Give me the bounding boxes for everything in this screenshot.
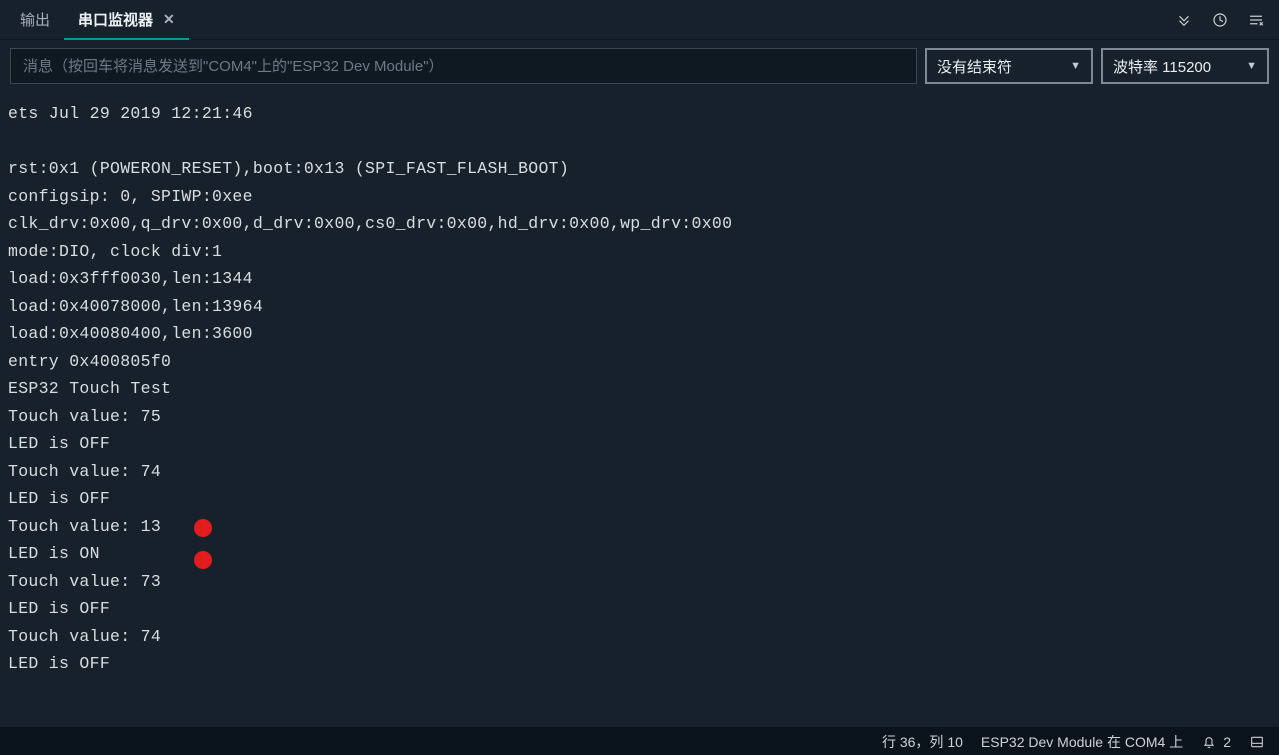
panel-toggle[interactable] [1249,734,1265,750]
chevron-down-icon: ▼ [1070,60,1081,72]
baud-rate-dropdown[interactable]: 波特率 115200 ▼ [1101,48,1269,84]
tab-strip: 输出 串口监视器 ✕ [0,0,1279,40]
notifications[interactable]: 2 [1201,734,1231,750]
clear-lines-icon[interactable] [1247,11,1265,29]
expand-down-icon[interactable] [1175,11,1193,29]
tab-serial-monitor[interactable]: 串口监视器 ✕ [64,0,189,39]
board-status[interactable]: ESP32 Dev Module 在 COM4 上 [981,732,1183,752]
message-input[interactable] [10,48,917,84]
bell-icon [1201,734,1217,750]
clock-icon[interactable] [1211,11,1229,29]
tab-label: 串口监视器 [78,9,153,30]
board-status-text: ESP32 Dev Module 在 COM4 上 [981,732,1183,752]
notification-count: 2 [1223,734,1231,750]
tab-spacer [189,0,1175,39]
cursor-position-text: 行 36，列 10 [882,732,963,752]
line-ending-dropdown[interactable]: 没有结束符 ▼ [925,48,1093,84]
chevron-down-icon: ▼ [1246,60,1257,72]
dropdown-label: 没有结束符 [937,56,1012,77]
dropdown-label: 波特率 115200 [1113,56,1211,77]
panel-icon [1249,734,1265,750]
tab-label: 输出 [20,9,50,30]
annotation-dot [194,551,212,569]
console-text: ets Jul 29 2019 12:21:46 rst:0x1 (POWERO… [8,100,1271,678]
console-output[interactable]: ets Jul 29 2019 12:21:46 rst:0x1 (POWERO… [0,92,1279,727]
status-bar: 行 36，列 10 ESP32 Dev Module 在 COM4 上 2 [0,727,1279,755]
toolbar-icons [1175,0,1279,39]
annotation-dot [194,519,212,537]
tab-output[interactable]: 输出 [6,0,64,39]
cursor-position: 行 36，列 10 [882,732,963,752]
serial-toolbar: 没有结束符 ▼ 波特率 115200 ▼ [0,40,1279,92]
close-icon[interactable]: ✕ [163,11,175,28]
